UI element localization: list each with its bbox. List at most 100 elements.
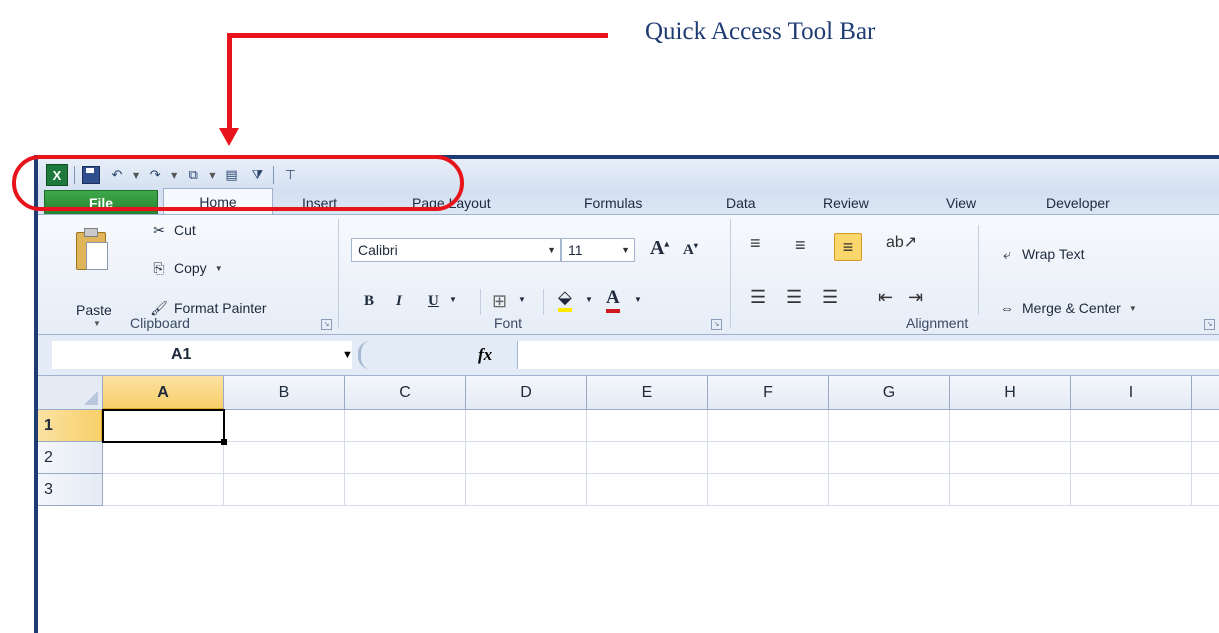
formula-bar: A1 ▼ fx — [38, 335, 1219, 376]
alignment-launcher-icon[interactable]: ↘ — [1204, 319, 1215, 330]
cell-f1[interactable] — [708, 410, 829, 442]
grow-font-icon[interactable]: A▴ — [650, 237, 669, 260]
font-divider-2 — [543, 289, 544, 315]
formula-input[interactable] — [517, 341, 1219, 369]
tab-formulas[interactable]: Formulas — [584, 192, 642, 214]
cell-c2[interactable] — [345, 442, 466, 474]
worksheet-grid: A B C D E F G H I 1 2 3 — [38, 376, 1219, 633]
cell-i2[interactable] — [1071, 442, 1192, 474]
column-header-c[interactable]: C — [345, 376, 466, 410]
cell-h3[interactable] — [950, 474, 1071, 506]
cell-i1[interactable] — [1071, 410, 1192, 442]
cell-d2[interactable] — [466, 442, 587, 474]
font-color-dropdown-icon[interactable]: ▼ — [634, 295, 642, 304]
column-header-g[interactable]: G — [829, 376, 950, 410]
cell-f3[interactable] — [708, 474, 829, 506]
cell-e2[interactable] — [587, 442, 708, 474]
bold-button[interactable]: B — [364, 293, 374, 310]
cell-d3[interactable] — [466, 474, 587, 506]
cut-button[interactable]: ✂ Cut — [150, 221, 196, 239]
cell-h2[interactable] — [950, 442, 1071, 474]
middle-align-icon[interactable]: ≡ — [795, 235, 806, 255]
column-header-e[interactable]: E — [587, 376, 708, 410]
name-box-dropdown-icon[interactable]: ▼ — [342, 341, 353, 369]
excel-window: X ↶ ▼ ↷ ▼ ⧉ ▼ ▤ ⧩ ⊤ File Home Insert Pag… — [34, 155, 1219, 633]
tab-review[interactable]: Review — [823, 192, 869, 214]
row-header-2[interactable]: 2 — [38, 442, 103, 474]
column-header-b[interactable]: B — [224, 376, 345, 410]
select-all-corner[interactable] — [38, 376, 103, 410]
fill-handle[interactable] — [221, 439, 227, 445]
fill-color-dropdown-icon[interactable]: ▼ — [585, 295, 593, 304]
column-header-h[interactable]: H — [950, 376, 1071, 410]
column-header-i[interactable]: I — [1071, 376, 1192, 410]
column-header-a[interactable]: A — [103, 376, 224, 410]
copy-button[interactable]: ⎘ Copy ▼ — [150, 259, 223, 277]
cell-b1[interactable] — [224, 410, 345, 442]
cell-next2[interactable] — [1192, 442, 1219, 474]
top-align-icon[interactable]: ≡ — [750, 233, 761, 253]
copy-dropdown-icon[interactable]: ▼ — [215, 264, 223, 273]
cell-e1[interactable] — [587, 410, 708, 442]
font-color-icon[interactable]: A — [606, 287, 620, 313]
cell-a3[interactable] — [103, 474, 224, 506]
cell-e3[interactable] — [587, 474, 708, 506]
italic-button[interactable]: I — [396, 293, 402, 310]
cell-c3[interactable] — [345, 474, 466, 506]
clipboard-launcher-icon[interactable]: ↘ — [321, 319, 332, 330]
paste-button[interactable]: Paste — [76, 302, 112, 318]
paste-icon[interactable] — [76, 228, 110, 270]
column-header-d[interactable]: D — [466, 376, 587, 410]
cell-next1[interactable] — [1192, 410, 1219, 442]
cell-g1[interactable] — [829, 410, 950, 442]
cell-h1[interactable] — [950, 410, 1071, 442]
tab-developer[interactable]: Developer — [1046, 192, 1110, 214]
column-header-f[interactable]: F — [708, 376, 829, 410]
cell-d1[interactable] — [466, 410, 587, 442]
tab-view[interactable]: View — [946, 192, 976, 214]
align-right-icon[interactable]: ☰ — [822, 287, 838, 307]
row-header-1[interactable]: 1 — [38, 410, 103, 442]
column-header-next[interactable] — [1192, 376, 1219, 410]
borders-icon[interactable]: ⊞ — [492, 291, 507, 312]
orientation-icon[interactable]: ab↗ — [886, 233, 917, 253]
tab-data[interactable]: Data — [726, 192, 756, 214]
cell-a2[interactable] — [103, 442, 224, 474]
align-left-icon[interactable]: ☰ — [750, 287, 766, 307]
annotation-label: Quick Access Tool Bar — [645, 18, 876, 45]
font-launcher-icon[interactable]: ↘ — [711, 319, 722, 330]
font-group-label: Font — [494, 315, 523, 331]
underline-dropdown-icon[interactable]: ▼ — [449, 295, 457, 304]
cell-b3[interactable] — [224, 474, 345, 506]
insert-function-icon[interactable]: fx — [478, 345, 492, 365]
wrap-text-button[interactable]: ⤶ Wrap Text — [998, 245, 1084, 263]
bottom-align-icon[interactable]: ≡ — [834, 233, 862, 261]
cell-next3[interactable] — [1192, 474, 1219, 506]
align-center-icon[interactable]: ☰ — [786, 287, 802, 307]
cell-i3[interactable] — [1071, 474, 1192, 506]
active-cell[interactable] — [102, 409, 225, 443]
cell-g3[interactable] — [829, 474, 950, 506]
name-box[interactable]: A1 ▼ — [52, 341, 353, 369]
merge-center-dropdown-icon[interactable]: ▼ — [1129, 304, 1137, 313]
cell-b2[interactable] — [224, 442, 345, 474]
underline-button[interactable]: U — [428, 293, 439, 310]
format-painter-label: Format Painter — [174, 300, 267, 316]
copy-icon: ⎘ — [153, 259, 165, 276]
shrink-font-icon[interactable]: A▾ — [683, 241, 698, 259]
row-header-3[interactable]: 3 — [38, 474, 103, 506]
increase-indent-icon[interactable]: ⇥ — [908, 287, 923, 307]
font-size-combo[interactable]: 11 ▼ — [561, 238, 635, 262]
borders-dropdown-icon[interactable]: ▼ — [518, 295, 526, 304]
cell-f2[interactable] — [708, 442, 829, 474]
decrease-indent-icon[interactable]: ⇤ — [878, 287, 893, 307]
font-size-dropdown-icon[interactable]: ▼ — [621, 239, 630, 261]
group-divider — [338, 219, 339, 329]
font-name-dropdown-icon[interactable]: ▼ — [547, 239, 556, 261]
merge-center-button[interactable]: ⇔ Merge & Center ▼ — [998, 299, 1137, 317]
paste-dropdown-icon[interactable]: ▼ — [93, 319, 101, 328]
cell-c1[interactable] — [345, 410, 466, 442]
cell-g2[interactable] — [829, 442, 950, 474]
font-name-combo[interactable]: Calibri ▼ — [351, 238, 561, 262]
fill-color-icon[interactable]: ⬙ — [558, 287, 572, 312]
